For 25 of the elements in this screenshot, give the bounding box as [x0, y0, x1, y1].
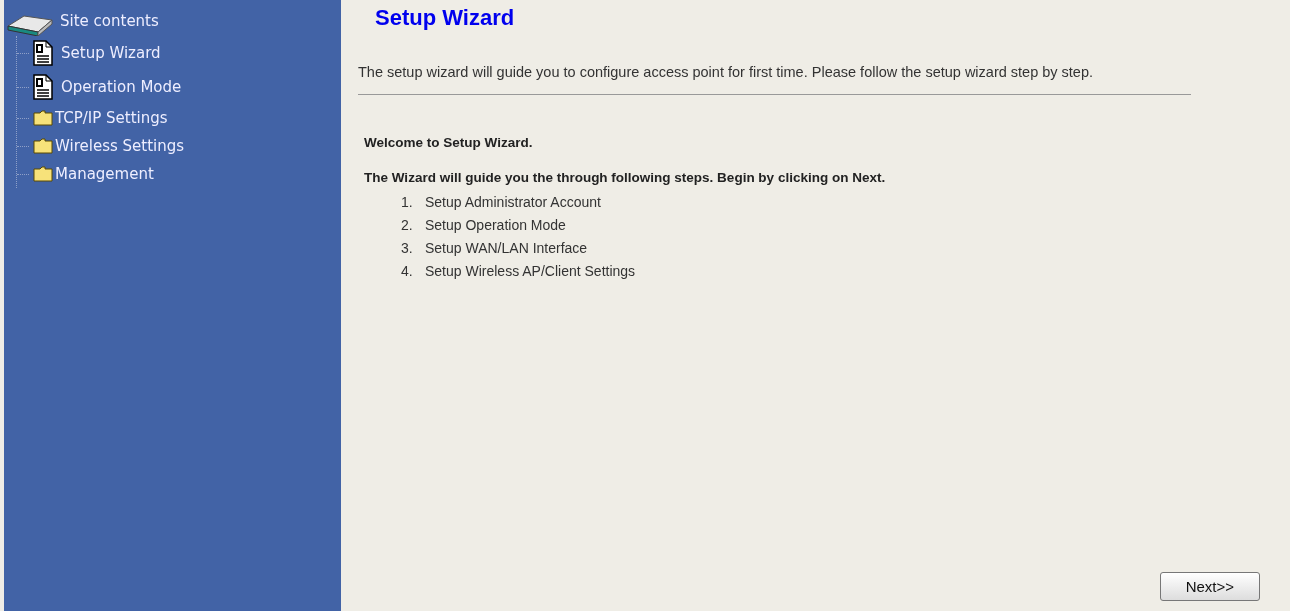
step-number: 2.: [401, 216, 414, 235]
instructions-text: The Wizard will guide you the through following steps. Begin by clicking on Next.: [364, 170, 887, 185]
tree-root-label[interactable]: Site contents: [60, 12, 159, 30]
step-number: 3.: [401, 239, 414, 258]
folder-icon: [33, 166, 53, 182]
document-icon: [33, 74, 53, 100]
drive-icon: [6, 12, 56, 36]
step-text: Setup Operation Mode: [425, 217, 566, 233]
step-number: 4.: [401, 262, 414, 281]
intro-text: The setup wizard will guide you to configure access point for first time. Please follow the setup wizard step by step.: [358, 63, 1095, 82]
folder-icon: [33, 138, 53, 154]
tree-item[interactable]: TCP/IP Settings: [55, 109, 168, 127]
step-text: Setup WAN/LAN Interface: [425, 240, 588, 256]
tree-item[interactable]: Setup Wizard: [61, 44, 161, 62]
step-text: Setup Wireless AP/Client Settings: [425, 263, 636, 279]
tree-item[interactable]: Management: [55, 165, 154, 183]
document-icon: [33, 40, 53, 66]
page-title: Setup Wizard: [375, 5, 516, 31]
next-button[interactable]: Next>>: [1159, 572, 1260, 601]
step-text: Setup Administrator Account: [425, 194, 601, 210]
folder-icon: [33, 110, 53, 126]
tree-item[interactable]: Operation Mode: [61, 78, 182, 96]
welcome-text: Welcome to Setup Wizard.: [364, 135, 534, 150]
tree-item[interactable]: Wireless Settings: [55, 137, 185, 155]
step-number: 1.: [401, 193, 414, 212]
